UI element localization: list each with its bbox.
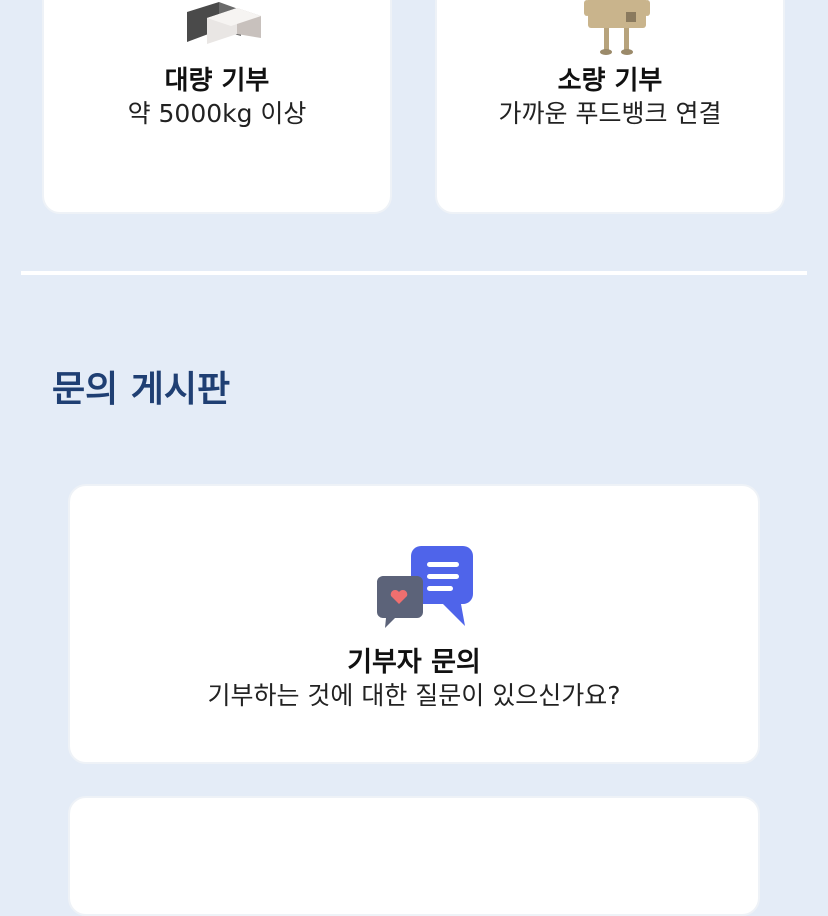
bulk-donation-title: 대량 기부	[164, 66, 270, 96]
small-donation-card[interactable]: 소량 기부 가까운 푸드뱅크 연결	[435, 0, 785, 214]
boxes-icon	[179, 0, 269, 50]
bulk-donation-subtitle: 약 5000kg 이상	[127, 99, 307, 128]
small-donation-title: 소량 기부	[557, 66, 663, 96]
small-donation-subtitle: 가까운 푸드뱅크 연결	[498, 99, 722, 128]
box-character-icon	[582, 0, 652, 64]
donor-inquiry-title: 기부자 문의	[347, 647, 481, 678]
section-divider	[21, 271, 807, 275]
chat-bubbles-icon	[375, 542, 475, 636]
section-title: 문의 게시판	[52, 369, 231, 410]
bulk-donation-card[interactable]: 대량 기부 약 5000kg 이상	[42, 0, 392, 214]
next-inquiry-card[interactable]	[68, 796, 760, 916]
donor-inquiry-subtitle: 기부하는 것에 대한 질문이 있으신가요?	[207, 681, 621, 710]
donor-inquiry-card[interactable]: 기부자 문의 기부하는 것에 대한 질문이 있으신가요?	[68, 484, 760, 764]
